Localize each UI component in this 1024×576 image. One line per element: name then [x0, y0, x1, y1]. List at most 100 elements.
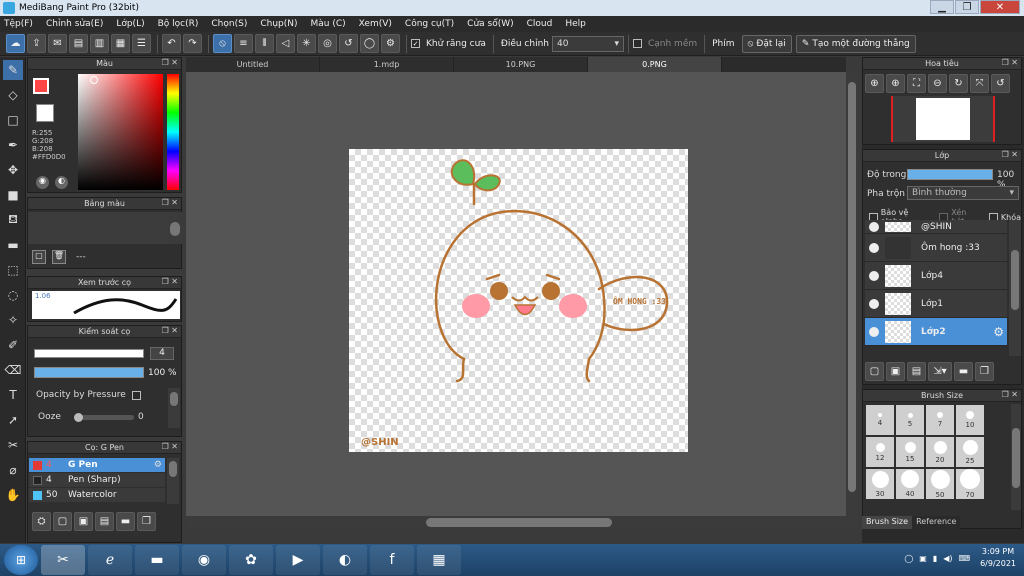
tray-keyboard-icon[interactable]: ⌨ — [959, 554, 971, 563]
snap-curve-icon[interactable]: ↺ — [339, 34, 358, 53]
palette-area[interactable] — [28, 212, 168, 244]
layer-row-lop2[interactable]: Lớp2 ⚙ — [865, 318, 1007, 346]
minimize-button[interactable]: ▁ — [930, 0, 954, 14]
brush-size-30[interactable]: 30 — [866, 469, 894, 499]
snap-off-icon[interactable]: ⦸ — [213, 34, 232, 53]
list-icon[interactable]: ☰ — [132, 34, 151, 53]
snap-parallel-icon[interactable]: ≡ — [234, 34, 253, 53]
drawing-canvas[interactable]: ÔM HONG :33 @SHIN — [349, 149, 688, 452]
move-tool-icon[interactable]: ✥ — [3, 160, 23, 180]
snap-vanish-icon[interactable]: ◁ — [276, 34, 295, 53]
magic-wand-icon[interactable]: ✧ — [3, 310, 23, 330]
secondary-color-swatch[interactable] — [36, 104, 54, 122]
reset-button[interactable]: ⦸ Đặt lại — [741, 34, 792, 53]
brush-item-pen-sharp[interactable]: 4 Pen (Sharp) — [29, 473, 165, 487]
brush-duplicate-icon[interactable]: ❐ — [137, 512, 156, 531]
brush-size-12[interactable]: 12 — [866, 437, 894, 467]
brush-size-7[interactable]: 7 — [926, 405, 954, 435]
brush-new-icon[interactable]: ▢ — [53, 512, 72, 531]
select-pen-icon[interactable]: ✐ — [3, 335, 23, 355]
chrome-taskbar-icon[interactable]: ◉ — [182, 545, 226, 575]
shape-tool-icon[interactable]: ■ — [3, 185, 23, 205]
new-layer-icon[interactable]: ▢ — [865, 362, 884, 381]
undo-icon[interactable]: ↶ — [162, 34, 181, 53]
tab-0-png[interactable]: 0.PNG — [588, 57, 722, 72]
taskbar-clock[interactable]: 3:09 PM 6/9/2021 — [980, 546, 1016, 570]
brush-size-50[interactable]: 50 — [926, 469, 954, 499]
tray-opera-icon[interactable]: ◯ — [904, 554, 913, 563]
new-layer-alt-icon[interactable]: ▣ — [886, 362, 905, 381]
brush-size-4[interactable]: 4 — [866, 405, 894, 435]
comment-icon[interactable]: ✉ — [48, 34, 67, 53]
zoom-in-alt-icon[interactable]: ⊕ — [886, 74, 905, 93]
brush-size-40[interactable]: 40 — [896, 469, 924, 499]
correction-select[interactable]: 40 ▾ — [551, 35, 624, 52]
media-taskbar-icon[interactable]: ▶ — [276, 545, 320, 575]
snap-radial-icon[interactable]: ✳ — [297, 34, 316, 53]
brush-menu-icon[interactable]: ▣ — [74, 512, 93, 531]
canvas-vscroll[interactable] — [846, 72, 858, 516]
hue-slider[interactable] — [167, 74, 179, 190]
layer-visible-icon[interactable] — [869, 242, 879, 253]
brush-item-g-pen[interactable]: 4 G Pen ⚙ — [29, 458, 165, 472]
color-saturation-field[interactable] — [78, 74, 163, 190]
flip-icon[interactable]: ⤧ — [970, 74, 989, 93]
menu-select[interactable]: Chọn(S) — [211, 19, 247, 29]
close-button[interactable]: ✕ — [980, 0, 1020, 14]
settings-icon[interactable]: ⚙ — [381, 34, 400, 53]
dot-tool-icon[interactable]: □ — [3, 110, 23, 130]
document-icon[interactable]: ▥ — [90, 34, 109, 53]
page-icon[interactable]: ▤ — [69, 34, 88, 53]
eyedropper-icon[interactable]: ⌀ — [3, 460, 23, 480]
tray-network-icon[interactable]: ▮ — [933, 554, 937, 563]
brush-item-watercolor[interactable]: 50 Watercolor — [29, 488, 165, 502]
redo-icon[interactable]: ↷ — [183, 34, 202, 53]
operation-tool-icon[interactable]: ➚ — [3, 410, 23, 430]
straight-line-button[interactable]: ✎ Tạo một đường thẳng — [795, 34, 916, 53]
brush-size-10[interactable]: 10 — [956, 405, 984, 435]
eraser-tool-icon[interactable]: ◇ — [3, 85, 23, 105]
hand-tool-icon[interactable]: ✋ — [3, 485, 23, 505]
zoom-fit-icon[interactable]: ⛶ — [907, 74, 926, 93]
layer-visible-icon[interactable] — [869, 221, 879, 232]
divide-tool-icon[interactable]: ✂ — [3, 435, 23, 455]
ooze-slider[interactable] — [74, 413, 134, 422]
tab-brush-size[interactable]: Brush Size — [862, 516, 913, 529]
layer-gear-icon[interactable]: ⚙ — [993, 325, 1004, 339]
text-tool-icon[interactable]: T — [3, 385, 23, 405]
layer-row-om-hong[interactable]: Ôm hong :33 — [865, 234, 1007, 262]
menu-snap[interactable]: Chụp(N) — [260, 19, 297, 29]
trash-icon[interactable]: 🗑 — [52, 250, 66, 264]
medibang-taskbar-icon[interactable]: ✂ — [41, 545, 85, 575]
new-palette-icon[interactable]: ▢ — [32, 250, 46, 264]
ie-taskbar-icon[interactable]: ℯ — [88, 545, 132, 575]
opacity-pressure-checkbox[interactable] — [131, 390, 141, 400]
tab-reference[interactable]: Reference — [912, 516, 961, 529]
zoom-in-icon[interactable]: ⊕ — [865, 74, 884, 93]
menu-layer[interactable]: Lớp(L) — [116, 19, 144, 29]
antialias-checkbox[interactable]: ✓ — [411, 39, 420, 48]
menu-cloud[interactable]: Cloud — [527, 19, 553, 29]
snap-concentric-icon[interactable]: ◎ — [318, 34, 337, 53]
tab-1-mdp[interactable]: 1.mdp — [320, 57, 454, 72]
export-icon[interactable]: ⇪ — [27, 34, 46, 53]
blur-tool-icon[interactable]: ✒ — [3, 135, 23, 155]
brush-size-25[interactable]: 25 — [956, 437, 984, 467]
brush-size-5[interactable]: 5 — [896, 405, 924, 435]
layer-visible-icon[interactable] — [869, 326, 879, 337]
brush-add-icon[interactable]: ⛭ — [32, 512, 51, 531]
select-tool-icon[interactable]: ⬚ — [3, 260, 23, 280]
grid-icon[interactable]: ▦ — [111, 34, 130, 53]
restore-button[interactable]: ❐ — [955, 0, 979, 14]
tray-volume-icon[interactable]: ◀) — [943, 554, 952, 563]
brush-tool-icon[interactable]: ✎ — [3, 60, 23, 80]
layer-visible-icon[interactable] — [869, 270, 879, 281]
menu-edit[interactable]: Chỉnh sửa(E) — [46, 19, 103, 29]
menu-file[interactable]: Tệp(F) — [4, 19, 33, 29]
menu-tools[interactable]: Công cụ(T) — [405, 19, 454, 29]
layer-folder-icon[interactable]: ▬ — [954, 362, 973, 381]
brush-gear-icon[interactable]: ⚙ — [154, 460, 162, 470]
color-add-icon[interactable]: ◐ — [55, 176, 68, 189]
canvas-hscroll[interactable] — [186, 516, 858, 528]
brush-folder-icon[interactable]: ▬ — [116, 512, 135, 531]
